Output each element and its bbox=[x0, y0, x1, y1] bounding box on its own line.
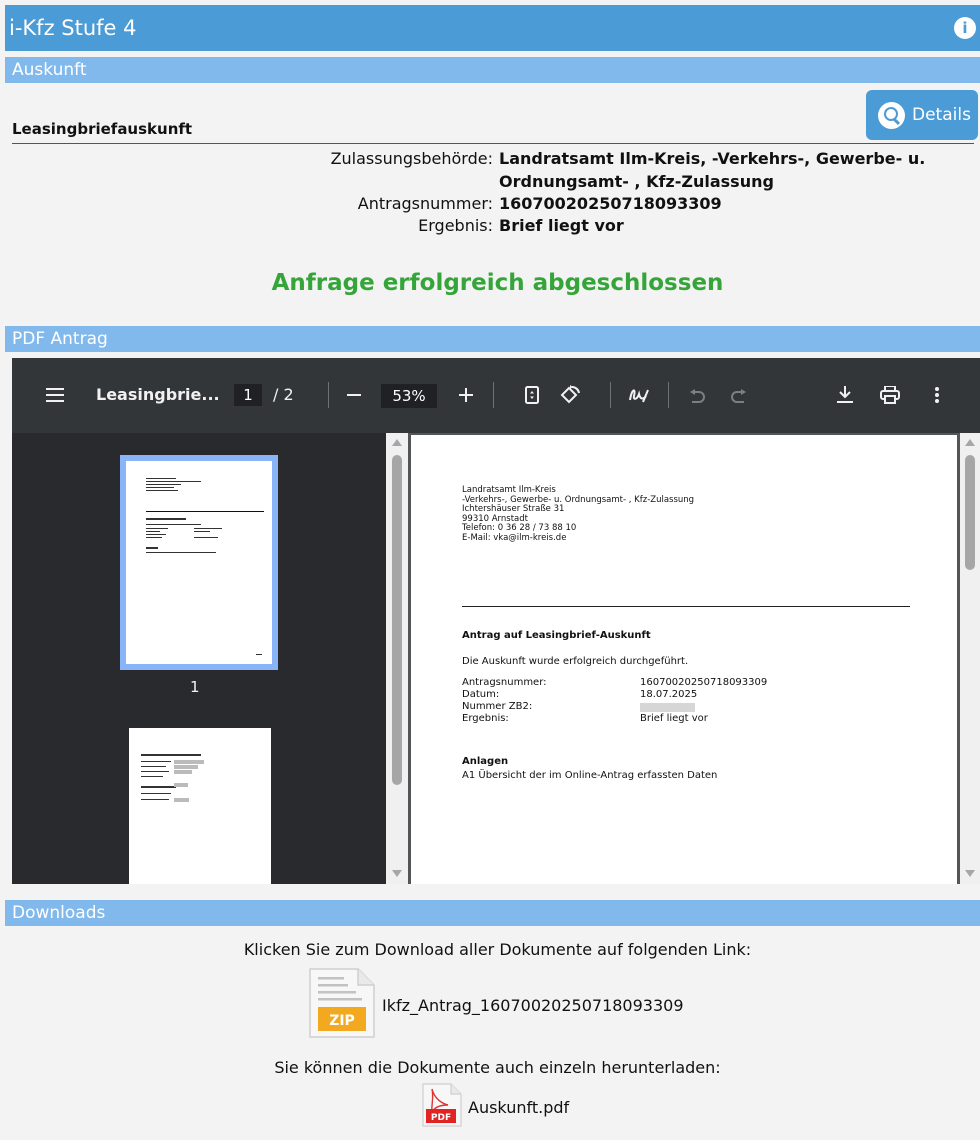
details-button[interactable]: Details bbox=[866, 90, 978, 140]
zoom-level-input[interactable]: 53% bbox=[381, 384, 437, 408]
field-value: 18.07.2025 bbox=[640, 689, 698, 700]
page-total: / 2 bbox=[273, 385, 294, 404]
status-message: Anfrage erfolgreich abgeschlossen bbox=[271, 270, 724, 296]
scrollbar-thumb[interactable] bbox=[392, 455, 402, 785]
field-value: 16070020250718093309 bbox=[640, 677, 768, 688]
thumbnail-page bbox=[126, 461, 272, 664]
pdf-badge: PDF bbox=[431, 1113, 451, 1123]
scroll-down-arrow[interactable] bbox=[392, 870, 402, 877]
section-header-pdf-antrag: PDF Antrag bbox=[5, 326, 980, 352]
sidebar-scrollbar[interactable] bbox=[386, 433, 408, 884]
auskunft-heading: Leasingbriefauskunft bbox=[12, 120, 193, 138]
field-value: Brief liegt vor bbox=[640, 713, 708, 724]
menu-icon[interactable] bbox=[46, 388, 64, 402]
row-antragsnummer: Antragsnummer: 16070020250718093309 bbox=[0, 194, 980, 214]
row-value: Brief liegt vor bbox=[499, 216, 624, 235]
scroll-down-arrow[interactable] bbox=[965, 870, 975, 877]
field-label: Ergebnis: bbox=[462, 713, 509, 724]
redacted-value bbox=[640, 703, 695, 712]
scrollbar-thumb[interactable] bbox=[965, 455, 975, 570]
section-header-auskunft: Auskunft bbox=[5, 57, 980, 83]
details-button-label: Details bbox=[912, 105, 971, 125]
field-label: Antragsnummer: bbox=[462, 677, 547, 688]
thumbnail-page-number: 1 bbox=[190, 678, 200, 696]
redo-icon[interactable] bbox=[731, 389, 747, 403]
download-icon[interactable] bbox=[837, 386, 853, 404]
toolbar-divider bbox=[328, 382, 329, 408]
pdf-viewer: Leasingbrie... 1 / 2 53% 1 Landratsamt I… bbox=[12, 358, 980, 884]
field-label: Nummer ZB2: bbox=[462, 701, 533, 712]
page-thumbnail-2[interactable] bbox=[129, 728, 271, 884]
sender-address: Landratsamt Ilm-Kreis -Verkehrs-, Gewerb… bbox=[462, 485, 695, 543]
page-number-input[interactable]: 1 bbox=[234, 384, 262, 406]
document-scrollbar[interactable] bbox=[960, 433, 980, 884]
pdf-filename: Leasingbrie... bbox=[96, 385, 220, 404]
zoom-out-icon[interactable] bbox=[347, 394, 361, 396]
row-label: Antragsnummer: bbox=[357, 194, 493, 213]
row-value: Ordnungsamt- , Kfz-Zulassung bbox=[499, 172, 774, 191]
app-title: i-Kfz Stufe 4 bbox=[9, 16, 137, 40]
toolbar-divider bbox=[668, 382, 669, 408]
row-zulassungsbehoerde-cont: Ordnungsamt- , Kfz-Zulassung bbox=[0, 172, 980, 192]
pdf-download-link[interactable]: Auskunft.pdf bbox=[468, 1098, 569, 1117]
rotate-icon[interactable] bbox=[559, 385, 581, 405]
heading-divider bbox=[12, 143, 974, 144]
section-header-downloads: Downloads bbox=[5, 900, 980, 926]
fit-page-icon[interactable] bbox=[525, 386, 539, 404]
document-divider bbox=[462, 606, 910, 607]
row-ergebnis: Ergebnis: Brief liegt vor bbox=[0, 216, 980, 236]
row-label: Zulassungsbehörde: bbox=[330, 149, 493, 168]
app-title-bar: i-Kfz Stufe 4 i bbox=[5, 5, 980, 51]
more-options-icon[interactable] bbox=[935, 387, 939, 403]
info-icon[interactable]: i bbox=[954, 17, 976, 39]
document-intro: Die Auskunft wurde erfolgreich durchgefü… bbox=[462, 656, 689, 667]
document-area: Landratsamt Ilm-Kreis -Verkehrs-, Gewerb… bbox=[408, 433, 960, 884]
attachment-item: A1 Übersicht der im Online-Antrag erfass… bbox=[462, 770, 718, 781]
search-icon bbox=[878, 102, 905, 129]
scroll-up-arrow[interactable] bbox=[392, 439, 402, 446]
row-label: Ergebnis: bbox=[418, 216, 493, 235]
download-single-text: Sie können die Dokumente auch einzeln he… bbox=[274, 1058, 721, 1077]
document-heading: Antrag auf Leasingbrief-Auskunft bbox=[462, 630, 651, 641]
row-value: Landratsamt Ilm-Kreis, -Verkehrs-, Gewer… bbox=[499, 149, 926, 168]
attachments-heading: Anlagen bbox=[462, 756, 509, 767]
pdf-file-icon[interactable]: PDF bbox=[420, 1083, 464, 1127]
undo-icon[interactable] bbox=[689, 389, 705, 403]
print-icon[interactable] bbox=[880, 386, 900, 404]
pdf-toolbar: Leasingbrie... 1 / 2 53% bbox=[12, 358, 980, 433]
zip-badge: ZIP bbox=[329, 1013, 355, 1029]
annotate-icon[interactable] bbox=[628, 386, 650, 404]
zip-file-icon[interactable]: ZIP bbox=[307, 968, 377, 1038]
field-label: Datum: bbox=[462, 689, 500, 700]
scroll-up-arrow[interactable] bbox=[965, 439, 975, 446]
toolbar-divider bbox=[610, 382, 611, 408]
toolbar-divider bbox=[493, 382, 494, 408]
download-all-text: Klicken Sie zum Download aller Dokumente… bbox=[243, 940, 752, 959]
document-page: Landratsamt Ilm-Kreis -Verkehrs-, Gewerb… bbox=[411, 435, 957, 884]
zoom-in-icon[interactable] bbox=[459, 388, 473, 402]
row-zulassungsbehoerde: Zulassungsbehörde: Landratsamt Ilm-Kreis… bbox=[0, 149, 980, 169]
zip-download-link[interactable]: Ikfz_Antrag_16070020250718093309 bbox=[382, 996, 684, 1015]
page-thumbnail-1[interactable] bbox=[120, 455, 278, 670]
row-value: 16070020250718093309 bbox=[499, 194, 722, 213]
